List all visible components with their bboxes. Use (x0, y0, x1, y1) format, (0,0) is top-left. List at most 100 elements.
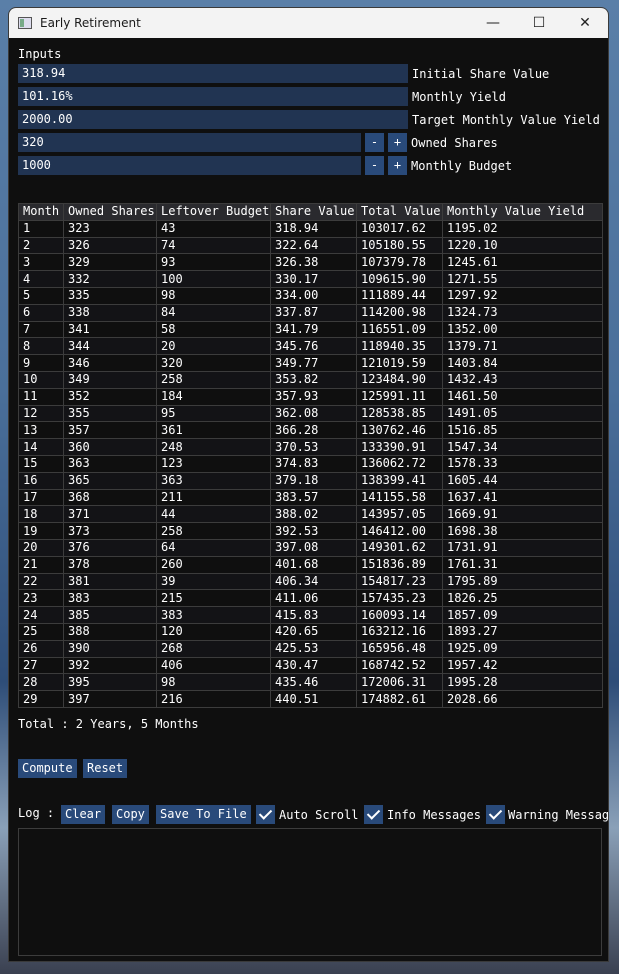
copy-log-button[interactable]: Copy (112, 805, 149, 824)
auto-scroll-label: Auto Scroll (279, 808, 359, 822)
monthly-budget-increment-button[interactable]: + (388, 156, 407, 175)
table-cell: 27 (18, 656, 64, 675)
table-cell: 141155.58 (356, 488, 443, 507)
table-cell: 374.83 (270, 454, 357, 473)
column-header[interactable]: Owned Shares (63, 203, 157, 221)
clear-log-button[interactable]: Clear (61, 805, 106, 824)
table-cell: 1893.27 (442, 622, 603, 641)
column-header[interactable]: Share Value (270, 203, 357, 221)
table-cell: 120 (156, 622, 271, 641)
compute-button[interactable]: Compute (18, 759, 77, 778)
table-cell: 344 (63, 337, 157, 356)
table-cell: 18 (18, 505, 64, 524)
table-cell: 397.08 (270, 538, 357, 557)
table-cell: 1432.43 (442, 370, 603, 389)
table-cell: 136062.72 (356, 454, 443, 473)
table-cell: 341 (63, 320, 157, 339)
log-label: Log : (18, 806, 55, 820)
table-row: 8 344 20 345.76 118940.35 1379.71 (18, 337, 603, 356)
table-cell: 1795.89 (442, 572, 603, 591)
app-icon (18, 17, 32, 29)
column-header[interactable]: Month (18, 203, 64, 221)
table-cell: 425.53 (270, 639, 357, 658)
table-cell: 323 (63, 219, 157, 238)
table-cell: 20 (18, 538, 64, 557)
table-cell: 25 (18, 622, 64, 641)
table-cell: 1995.28 (442, 673, 603, 692)
minimize-button[interactable]: — (470, 8, 516, 38)
table-cell: 260 (156, 555, 271, 574)
monthly-yield-row: 101.16% Monthly Yield (18, 87, 506, 106)
owned-shares-label: Owned Shares (411, 135, 498, 150)
table-cell: 411.06 (270, 589, 357, 608)
table-cell: 44 (156, 505, 271, 524)
table-cell: 378 (63, 555, 157, 574)
table-cell: 143957.05 (356, 505, 443, 524)
table-cell: 435.46 (270, 673, 357, 692)
monthly-yield-input[interactable]: 101.16% (18, 87, 408, 106)
table-cell: 123484.90 (356, 370, 443, 389)
table-cell: 338 (63, 303, 157, 322)
table-row: 14 360 248 370.53 133390.91 1547.34 (18, 438, 603, 456)
table-cell: 10 (18, 370, 64, 389)
table-cell: 415.83 (270, 606, 357, 624)
table-cell: 1379.71 (442, 337, 603, 356)
table-cell: 1826.25 (442, 589, 603, 608)
column-header[interactable]: Total Value (356, 203, 443, 221)
monthly-budget-decrement-button[interactable]: - (365, 156, 384, 175)
table-cell: 21 (18, 555, 64, 574)
table-cell: 388 (63, 622, 157, 641)
table-cell: 16 (18, 471, 64, 490)
table-row: 1 323 43 318.94 103017.62 1195.02 (18, 219, 603, 238)
table-cell: 258 (156, 522, 271, 540)
owned-shares-decrement-button[interactable]: - (365, 133, 384, 152)
table-cell: 248 (156, 438, 271, 456)
table-cell: 133390.91 (356, 438, 443, 456)
table-cell: 39 (156, 572, 271, 591)
results-table: Month Owned Shares Leftover Budget Share… (18, 203, 603, 708)
table-cell: 107379.78 (356, 253, 443, 272)
table-cell: 1731.91 (442, 538, 603, 557)
table-cell: 345.76 (270, 337, 357, 356)
table-cell: 373 (63, 522, 157, 540)
maximize-button[interactable]: ☐ (516, 8, 562, 38)
column-header[interactable]: Leftover Budget (156, 203, 271, 221)
table-cell: 318.94 (270, 219, 357, 238)
table-cell: 366.28 (270, 421, 357, 440)
warning-messages-checkbox[interactable] (486, 805, 505, 824)
log-output[interactable] (18, 828, 602, 956)
table-cell: 1761.31 (442, 555, 603, 574)
table-cell: 123 (156, 454, 271, 473)
owned-shares-increment-button[interactable]: + (388, 133, 407, 152)
owned-shares-input[interactable]: 320 (18, 133, 361, 152)
table-row: 18 371 44 388.02 143957.05 1669.91 (18, 505, 603, 524)
table-row: 26 390 268 425.53 165956.48 1925.09 (18, 639, 603, 658)
table-row: 22 381 39 406.34 154817.23 1795.89 (18, 572, 603, 591)
table-cell: 357.93 (270, 387, 357, 406)
close-button[interactable]: ✕ (562, 8, 608, 38)
table-row: 29 397 216 440.51 174882.61 2028.66 (18, 690, 603, 708)
table-cell: 1578.33 (442, 454, 603, 473)
table-cell: 406.34 (270, 572, 357, 591)
table-cell: 20 (156, 337, 271, 356)
monthly-budget-input[interactable]: 1000 (18, 156, 361, 175)
column-header[interactable]: Monthly Value Yield (442, 203, 603, 221)
table-cell: 1352.00 (442, 320, 603, 339)
table-cell: 64 (156, 538, 271, 557)
warning-messages-label: Warning Messages (508, 808, 609, 822)
info-messages-checkbox[interactable] (364, 805, 383, 824)
table-body: 1 323 43 318.94 103017.62 1195.02 2 326 74 322.64… (18, 219, 603, 708)
table-cell: 376 (63, 538, 157, 557)
target-yield-input[interactable]: 2000.00 (18, 110, 408, 129)
client-area: Inputs 318.94 Initial Share Value 101.16… (9, 38, 608, 961)
initial-share-value-input[interactable]: 318.94 (18, 64, 408, 83)
save-log-button[interactable]: Save To File (156, 805, 251, 824)
table-cell: 157435.23 (356, 589, 443, 608)
inputs-heading: Inputs (18, 47, 62, 61)
table-cell: 22 (18, 572, 64, 591)
reset-button[interactable]: Reset (83, 759, 128, 778)
title-bar: Early Retirement — ☐ ✕ (9, 8, 608, 38)
table-cell: 360 (63, 438, 157, 456)
table-row: 2 326 74 322.64 105180.55 1220.10 (18, 236, 603, 255)
auto-scroll-checkbox[interactable] (256, 805, 275, 824)
